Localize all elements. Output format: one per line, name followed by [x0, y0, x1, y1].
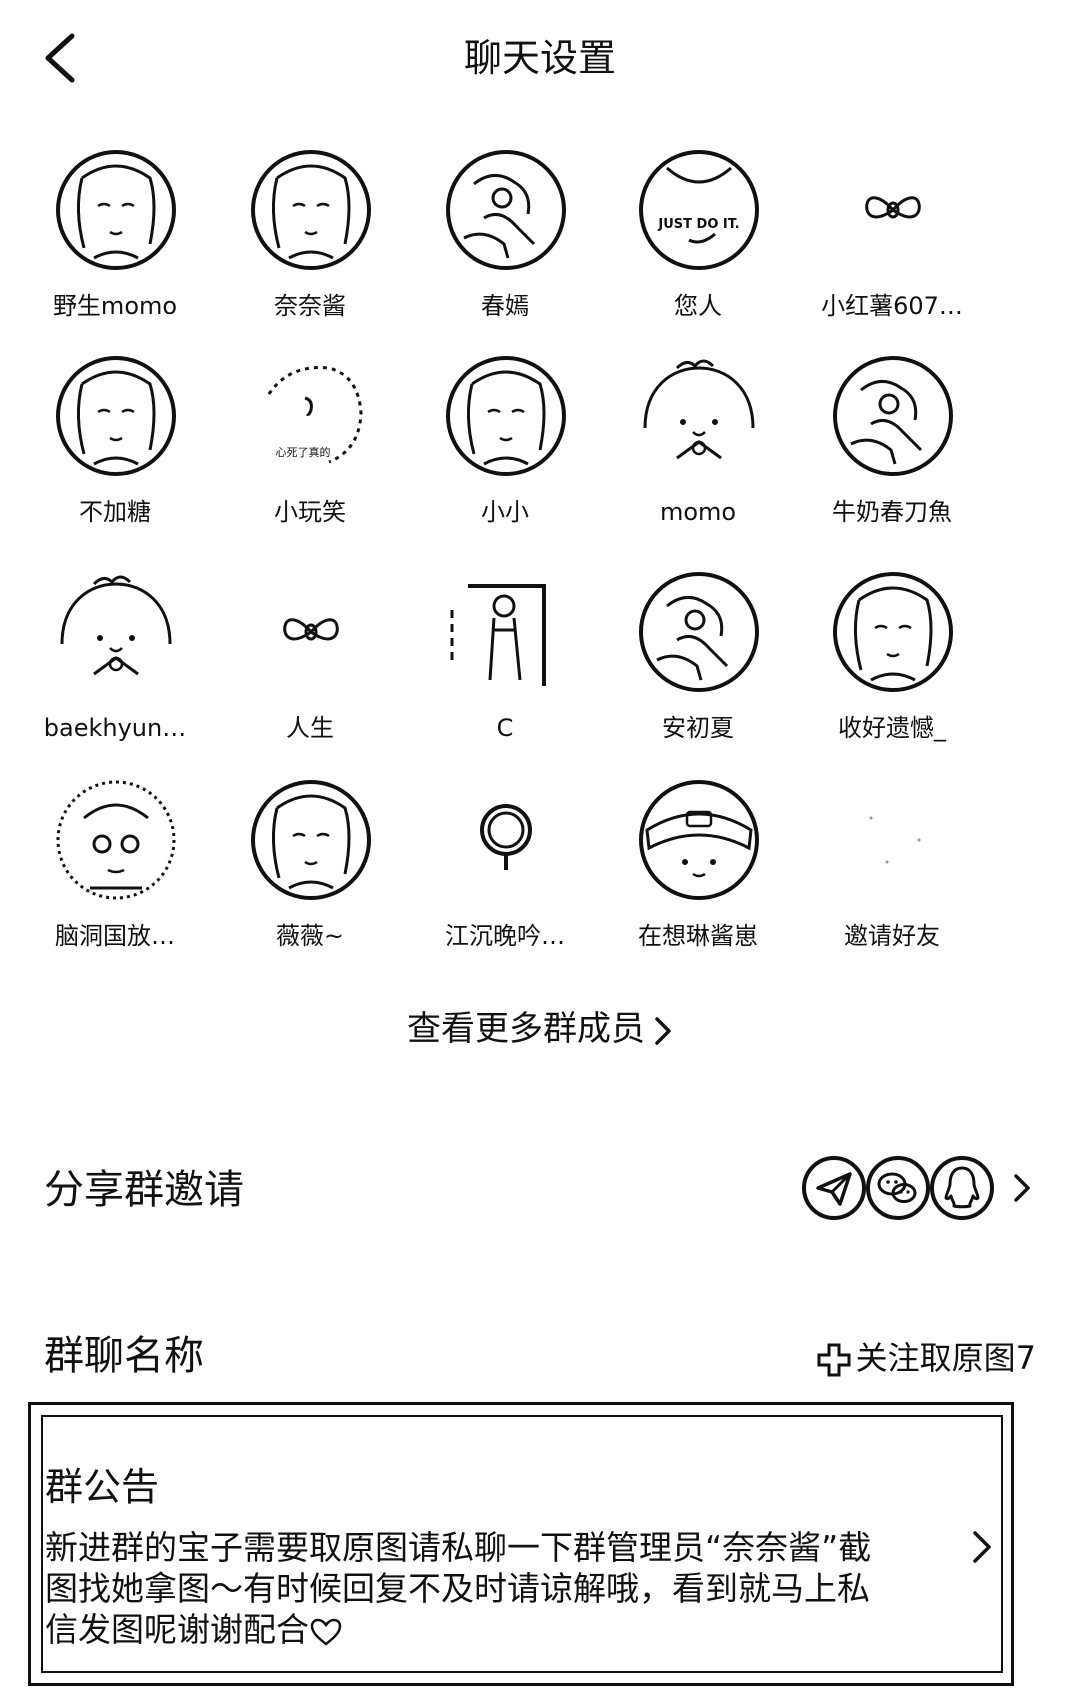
member-name: 在想琳酱崽 — [638, 922, 758, 950]
avatar — [54, 354, 178, 478]
group-notice-card[interactable]: 群公告 新进群的宝子需要取原图请私聊一下群管理员“奈奈酱”截图找她拿图～有时候回… — [28, 1402, 1014, 1686]
group-name-row[interactable]: 群聊名称 关注取原图7 — [0, 1320, 1080, 1390]
member-item[interactable]: 心死了真的 小玩笑 — [205, 354, 415, 544]
wechat-icon[interactable] — [864, 1154, 932, 1222]
member-name: momo — [659, 498, 737, 526]
avatar: 心死了真的 — [249, 354, 373, 478]
avatar — [637, 778, 761, 902]
chevron-right-icon — [973, 1531, 991, 1563]
group-name-label: 群聊名称 — [44, 1333, 204, 1379]
member-item[interactable]: 在想琳酱崽 — [593, 778, 803, 968]
group-name-text: 关注取原图7 — [855, 1339, 1036, 1377]
top-bar: 聊天设置 — [0, 0, 1080, 120]
avatar — [831, 778, 955, 902]
chevron-right-icon — [655, 1016, 671, 1045]
member-item[interactable]: JUST DO IT. 您人 — [593, 148, 803, 338]
member-name: 春嫣 — [481, 292, 529, 320]
member-item[interactable]: 安初夏 — [593, 570, 803, 760]
avatar-shirt-text: JUST DO IT. — [657, 217, 739, 232]
qq-icon[interactable] — [928, 1154, 996, 1222]
heart-icon — [310, 1618, 342, 1646]
member-name: 小小 — [481, 498, 529, 526]
group-notice-body: 新进群的宝子需要取原图请私聊一下群管理员“奈奈酱”截图找她拿图～有时候回复不及时… — [45, 1528, 872, 1649]
avatar — [444, 354, 568, 478]
member-name: 邀请好友 — [844, 922, 940, 950]
member-name: baekhyun… — [43, 714, 187, 742]
group-notice-text: 新进群的宝子需要取原图请私聊一下群管理员“奈奈酱”截图找她拿图～有时候回复不及时… — [45, 1527, 885, 1650]
plus-icon — [817, 1343, 851, 1377]
member-name: 江沉晚吟… — [445, 922, 565, 950]
avatar — [831, 570, 955, 694]
avatar — [637, 570, 761, 694]
member-name: C — [496, 714, 514, 742]
member-name: 安初夏 — [662, 714, 734, 742]
view-more-members-label: 查看更多群成员 — [407, 1009, 645, 1049]
member-item[interactable]: 春嫣 — [400, 148, 610, 338]
member-name: 您人 — [674, 292, 722, 320]
share-invite-row[interactable]: 分享群邀请 — [0, 1150, 1080, 1230]
member-item[interactable]: 牛奶春刀魚 — [787, 354, 997, 544]
avatar — [54, 570, 178, 694]
member-name: 人生 — [286, 714, 334, 742]
avatar — [249, 570, 373, 694]
member-item[interactable]: baekhyun… — [10, 570, 220, 760]
group-notice-title: 群公告 — [45, 1465, 160, 1509]
member-name: 小玩笑 — [274, 498, 346, 526]
member-name: 脑洞国放… — [55, 922, 175, 950]
avatar — [249, 778, 373, 902]
invite-friend-button[interactable]: 邀请好友 — [787, 778, 997, 968]
avatar-caption-text: 心死了真的 — [276, 445, 331, 459]
share-icon-group — [800, 1154, 1040, 1226]
view-more-members-link[interactable]: 查看更多群成员 — [0, 1005, 1080, 1053]
member-name: 野生momo — [52, 292, 178, 320]
member-name: 薇薇~ — [275, 922, 345, 950]
avatar — [444, 148, 568, 272]
member-item[interactable]: 人生 — [205, 570, 415, 760]
avatar — [831, 148, 955, 272]
member-name: 收好遗憾_ — [838, 714, 946, 742]
avatar — [637, 354, 761, 478]
member-item[interactable]: 不加糖 — [10, 354, 220, 544]
member-item[interactable]: 脑洞国放… — [10, 778, 220, 968]
share-invite-label: 分享群邀请 — [44, 1167, 244, 1213]
member-name: 小红薯607… — [821, 292, 963, 320]
member-name: 奈奈酱 — [274, 292, 346, 320]
member-item[interactable]: momo — [593, 354, 803, 544]
group-name-value: 关注取原图7 — [816, 1334, 1036, 1382]
member-item[interactable]: 收好遗憾_ — [787, 570, 997, 760]
avatar — [54, 148, 178, 272]
chevron-right-icon — [1014, 1174, 1030, 1202]
member-name: 牛奶春刀魚 — [832, 498, 952, 526]
member-item[interactable]: 奈奈酱 — [205, 148, 415, 338]
member-item[interactable]: C — [400, 570, 610, 760]
send-icon[interactable] — [800, 1154, 868, 1222]
avatar — [54, 778, 178, 902]
avatar — [444, 570, 568, 694]
avatar — [831, 354, 955, 478]
page-title: 聊天设置 — [463, 36, 616, 80]
member-name: 不加糖 — [79, 498, 151, 526]
member-item[interactable]: 小小 — [400, 354, 610, 544]
member-item[interactable]: 薇薇~ — [205, 778, 415, 968]
member-item[interactable]: 江沉晚吟… — [400, 778, 610, 968]
member-item[interactable]: 野生momo — [10, 148, 220, 338]
avatar: JUST DO IT. — [637, 148, 761, 272]
member-item[interactable]: 小红薯607… — [787, 148, 997, 338]
avatar — [249, 148, 373, 272]
avatar — [444, 778, 568, 902]
